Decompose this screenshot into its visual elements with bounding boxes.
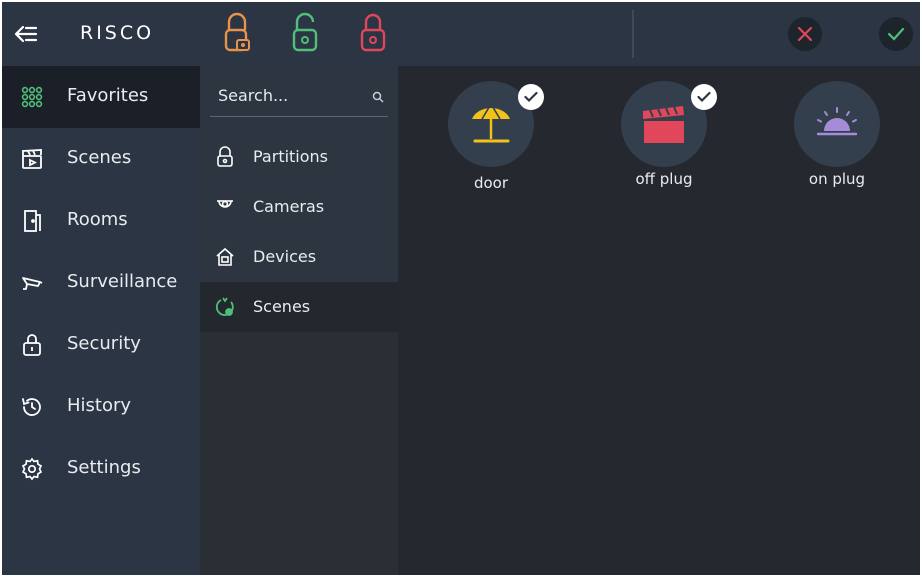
category-item-partitions[interactable]: Partitions — [200, 132, 398, 182]
sidebar-item-label: Settings — [67, 457, 141, 478]
top-toolbar — [200, 2, 920, 66]
check-icon — [697, 91, 711, 103]
category-item-label: Devices — [253, 247, 317, 266]
category-list: Partitions Cameras — [200, 66, 398, 332]
top-left-header: RISCO — [2, 2, 200, 66]
category-item-label: Cameras — [253, 197, 325, 216]
sidebar-item-favorites[interactable]: Favorites — [2, 66, 200, 128]
unlock-icon[interactable] — [290, 12, 320, 54]
confirm-button[interactable] — [879, 17, 913, 51]
back-arrow-icon[interactable] — [12, 20, 42, 48]
lock-icon[interactable] — [358, 12, 388, 54]
selected-check-badge — [518, 84, 544, 110]
category-panel: Partitions Cameras — [200, 66, 398, 575]
sidebar-item-scenes[interactable]: Scenes — [2, 128, 200, 190]
clapperboard-icon — [22, 149, 42, 169]
scene-grid: door off plug on plug — [398, 66, 920, 575]
sidebar-item-history[interactable]: History — [2, 376, 200, 438]
scene-icon — [215, 297, 234, 316]
sidebar-item-settings[interactable]: Settings — [2, 438, 200, 500]
scene-tile-off-plug[interactable]: off plug — [601, 66, 721, 188]
search-icon[interactable] — [372, 91, 384, 103]
padlock-icon — [23, 334, 41, 356]
door-icon — [24, 210, 41, 232]
main-sidebar: Favorites Scenes Rooms Surveillance Secu… — [2, 66, 200, 575]
risco-logo: RISCO — [80, 22, 155, 44]
cancel-button[interactable] — [788, 17, 822, 51]
risco-app: RISCO Favorites Scenes Rooms Surveillanc… — [2, 2, 920, 575]
sidebar-item-label: Scenes — [67, 147, 132, 168]
check-icon — [887, 27, 905, 41]
scene-tile-label: off plug — [635, 170, 693, 188]
sidebar-item-security[interactable]: Security — [2, 314, 200, 376]
toolbar-divider — [632, 10, 634, 58]
category-item-scenes[interactable]: Scenes — [200, 282, 398, 332]
sidebar-item-surveillance[interactable]: Surveillance — [2, 252, 200, 314]
sidebar-item-label: Rooms — [67, 209, 128, 230]
sidebar-item-label: History — [67, 395, 132, 416]
search-box — [210, 76, 388, 117]
selected-check-badge — [691, 84, 717, 110]
sidebar-item-label: Security — [67, 333, 141, 354]
scene-tile-label: on plug — [808, 170, 866, 188]
gear-icon — [21, 457, 43, 481]
house-icon — [216, 247, 234, 266]
scene-tile-label: door — [473, 174, 509, 192]
history-icon — [22, 398, 41, 416]
sidebar-item-label: Favorites — [67, 85, 149, 106]
category-item-label: Partitions — [253, 147, 329, 166]
sunrise-icon — [816, 107, 858, 136]
category-item-cameras[interactable]: Cameras — [200, 182, 398, 232]
grid-icon — [21, 86, 43, 108]
category-item-label: Scenes — [253, 297, 311, 316]
search-input[interactable] — [216, 85, 360, 106]
sidebar-item-rooms[interactable]: Rooms — [2, 190, 200, 252]
partition-lock-icon — [217, 146, 233, 167]
scene-tile-on-plug[interactable]: on plug — [774, 66, 894, 188]
sidebar-item-label: Surveillance — [67, 271, 178, 292]
dome-camera-icon — [217, 200, 233, 208]
scene-tile-circle — [794, 81, 880, 167]
check-icon — [524, 91, 538, 103]
camera-icon — [22, 277, 43, 290]
partial-lock-icon[interactable] — [222, 12, 252, 54]
close-icon — [797, 26, 813, 42]
category-item-devices[interactable]: Devices — [200, 232, 398, 282]
scene-tile-door[interactable]: door — [428, 66, 548, 192]
